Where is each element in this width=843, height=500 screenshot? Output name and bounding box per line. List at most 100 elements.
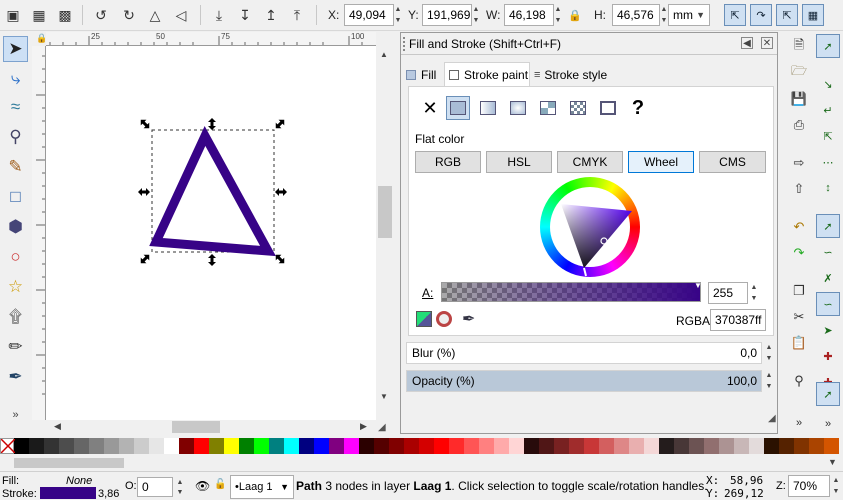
palette-swatch[interactable] — [284, 438, 299, 454]
more-tools-icon[interactable]: » — [3, 402, 28, 428]
tab-fill[interactable]: Fill — [406, 64, 444, 86]
palette-swatch[interactable] — [539, 438, 554, 454]
palette-swatch[interactable] — [119, 438, 134, 454]
palette-swatch[interactable] — [89, 438, 104, 454]
opacity-slider[interactable]: Opacity (%) 100,0 — [406, 370, 762, 392]
snap-toggle-icon[interactable]: ➚ — [816, 34, 840, 58]
mesh-gradient-icon[interactable] — [536, 96, 560, 120]
iconify-icon[interactable]: ◀ — [741, 37, 753, 49]
ellipse-tool-icon[interactable]: ○ — [3, 244, 28, 270]
palette-swatch[interactable] — [584, 438, 599, 454]
lower-to-bottom-icon[interactable]: ⤓ — [208, 4, 230, 26]
snap-midpoints-icon[interactable]: ➤ — [816, 318, 840, 342]
no-color-swatch[interactable] — [0, 438, 15, 454]
new-document-icon[interactable]: 🗎 — [788, 36, 810, 58]
eyedropper-icon[interactable]: ✒ — [462, 309, 475, 329]
stroke-width-value[interactable]: 3,86 — [98, 488, 119, 500]
snap-bbox-centers-icon[interactable]: ↕ — [816, 176, 840, 200]
y-spinner[interactable]: ▲ ▼ — [470, 4, 482, 26]
alpha-slider-handle-icon[interactable]: ▼ — [694, 281, 702, 290]
palette-swatch[interactable] — [344, 438, 359, 454]
palette-swatch[interactable] — [734, 438, 749, 454]
select-all-layers-icon[interactable]: ▦ — [28, 4, 50, 26]
raise-to-top-icon[interactable]: ⤒ — [286, 4, 308, 26]
mode-hsl-button[interactable]: HSL — [486, 151, 552, 173]
alpha-slider[interactable]: ▼ — [441, 281, 702, 302]
y-field[interactable]: 191,969 — [422, 4, 472, 26]
tab-stroke-style[interactable]: ≡ Stroke style — [534, 64, 614, 86]
palette-swatch[interactable] — [209, 438, 224, 454]
tab-stroke-paint[interactable]: Stroke paint — [444, 62, 530, 86]
print-icon[interactable]: ⎙ — [788, 114, 810, 136]
lock-layer-icon[interactable]: 🔓 — [214, 479, 226, 490]
unset-paint-icon[interactable]: ? — [626, 96, 650, 120]
snap-bbox-icon[interactable]: ↘ — [816, 72, 840, 96]
h-field[interactable]: 46,576 — [612, 4, 660, 26]
lock-icon[interactable]: 🔒 — [564, 4, 586, 26]
pen-tool-icon[interactable]: ✒ — [3, 364, 28, 390]
palette-swatch[interactable] — [524, 438, 539, 454]
blur-slider[interactable]: Blur (%) 0,0 — [406, 342, 762, 364]
measure-tool-icon[interactable]: ✎ — [3, 154, 28, 180]
rgba-input[interactable]: 370387ff — [710, 309, 766, 331]
palette-swatch[interactable] — [359, 438, 374, 454]
dialog-resize-icon[interactable]: ◢ — [768, 413, 776, 424]
mode-rgb-button[interactable]: RGB — [415, 151, 481, 173]
raise-icon[interactable]: ↥ — [260, 4, 282, 26]
copy-icon[interactable]: ❐ — [788, 280, 810, 302]
palette-swatch[interactable] — [764, 438, 779, 454]
palette-swatch[interactable] — [569, 438, 584, 454]
scale-corners-icon[interactable]: ↷ — [750, 4, 772, 26]
palette-swatch[interactable] — [809, 438, 824, 454]
lock-guides-icon[interactable]: 🔒 — [36, 33, 47, 44]
snap-smooth-nodes-icon[interactable]: ∽ — [816, 292, 840, 316]
palette-swatch[interactable] — [464, 438, 479, 454]
palette-swatch[interactable] — [509, 438, 524, 454]
rotate-ccw-icon[interactable]: ↺ — [90, 4, 112, 26]
scroll-right-icon[interactable]: ▶ — [360, 421, 367, 432]
more-snap-icon[interactable]: » — [816, 412, 840, 436]
palette-swatch[interactable] — [749, 438, 764, 454]
palette-swatch[interactable] — [299, 438, 314, 454]
open-icon[interactable]: 🗁 — [788, 62, 810, 84]
move-gradients-icon[interactable]: ⇱ — [776, 4, 798, 26]
palette-swatch[interactable] — [599, 438, 614, 454]
palette-swatch[interactable] — [224, 438, 239, 454]
palette-swatch[interactable] — [644, 438, 659, 454]
palette-swatch[interactable] — [659, 438, 674, 454]
select-same-icon[interactable]: ▩ — [54, 4, 76, 26]
w-field[interactable]: 46,198 — [504, 4, 554, 26]
w-spinner[interactable]: ▲ ▼ — [552, 4, 564, 26]
palette-swatch[interactable] — [44, 438, 59, 454]
zoom-selection-icon[interactable]: ⚲ — [788, 370, 810, 392]
scroll-down-icon[interactable]: ▼ — [380, 392, 388, 401]
palette-swatch[interactable] — [794, 438, 809, 454]
palette-swatch[interactable] — [104, 438, 119, 454]
export-icon[interactable]: ⇧ — [788, 178, 810, 200]
pattern-icon[interactable] — [566, 96, 590, 120]
snap-bbox-corners-icon[interactable]: ⇱ — [816, 124, 840, 148]
x-field[interactable]: 49,094 — [344, 4, 394, 26]
color-wheel[interactable] — [540, 177, 640, 277]
flip-horizontal-icon[interactable]: △ — [144, 4, 166, 26]
opacity-spinner[interactable]: ▲ ▼ — [763, 370, 775, 392]
palette-swatch[interactable] — [419, 438, 434, 454]
node-tool-icon[interactable]: ⤷ — [3, 66, 28, 92]
palette-swatch[interactable] — [164, 438, 179, 454]
rotate-cw-icon[interactable]: ↻ — [118, 4, 140, 26]
snap-nodes-icon[interactable]: ➚ — [816, 214, 840, 238]
move-patterns-icon[interactable]: ▦ — [802, 4, 824, 26]
spiral-tool-icon[interactable]: ۩ — [3, 304, 28, 330]
lower-icon[interactable]: ↧ — [234, 4, 256, 26]
vertical-scrollbar[interactable]: ▲ ▼ — [376, 46, 394, 420]
tweak-tool-icon[interactable]: ≈ — [3, 94, 28, 120]
status-opacity-field[interactable]: 0 — [137, 477, 173, 497]
layer-select[interactable]: •Laag 1 ▼ — [230, 475, 294, 499]
zoom-spinner[interactable]: ▲ ▼ — [830, 475, 842, 497]
palette-swatch[interactable] — [479, 438, 494, 454]
palette-swatch[interactable] — [779, 438, 794, 454]
paste-icon[interactable]: 📋 — [788, 332, 810, 354]
drag-handle-icon[interactable] — [403, 37, 406, 51]
horizontal-scrollbar[interactable]: ◀ ▶ — [46, 420, 376, 434]
more-commands-icon[interactable]: » — [788, 412, 810, 434]
